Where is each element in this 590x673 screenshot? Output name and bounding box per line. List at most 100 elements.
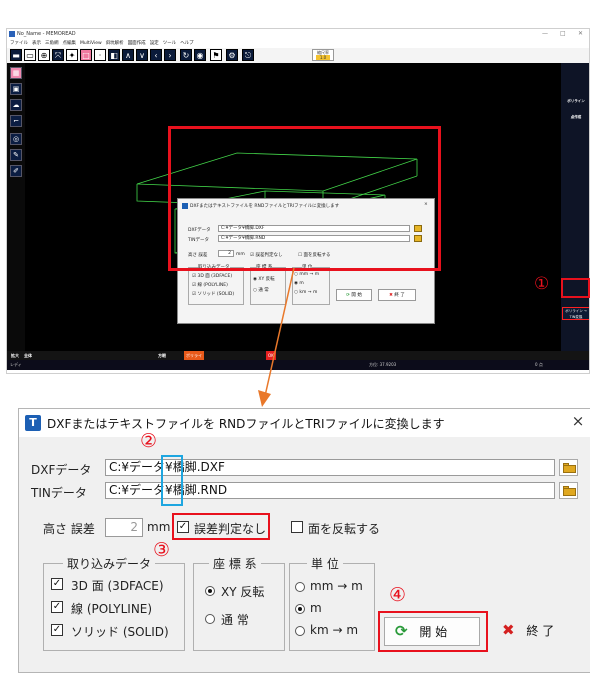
annotation-blue-highlight: [161, 455, 183, 506]
annotation-number-4: ④: [389, 584, 407, 606]
small-import-item[interactable]: ☑ 3D 面 (3DFACE): [192, 273, 232, 279]
target-icon[interactable]: ◉: [194, 49, 206, 61]
scale-box[interactable]: 縮尺率 1.0: [312, 49, 334, 61]
edit-icon[interactable]: ✐: [10, 165, 22, 177]
up-icon[interactable]: ∧: [122, 49, 134, 61]
flip-surface-label: 面を反転する: [308, 522, 381, 536]
import-3dface-checkbox[interactable]: ✓: [51, 578, 63, 590]
export-icon[interactable]: ⎋: [242, 49, 254, 61]
layer-icon[interactable]: ◧: [108, 49, 120, 61]
coord-normal-label: 通 常: [221, 613, 249, 627]
panel-item[interactable]: [562, 67, 589, 76]
maximize-button[interactable]: □: [560, 29, 566, 39]
import-polyline-label: 線 (POLYLINE): [71, 602, 153, 616]
annotation-number-3: ③: [153, 539, 171, 561]
small-unit-item[interactable]: ○ km → m: [294, 290, 317, 295]
menu-view[interactable]: 表示: [32, 39, 41, 48]
import-solid-label: ソリッド (SOLID): [71, 625, 169, 639]
unit-group-title: 単 位: [307, 555, 343, 572]
scale-value: 1.0: [316, 55, 330, 60]
dot-icon[interactable]: ·: [94, 49, 106, 61]
menu-tools[interactable]: ツール: [163, 39, 177, 48]
end-label: 終 了: [526, 624, 555, 638]
unit-m-radio[interactable]: [295, 604, 305, 614]
open-file-icon[interactable]: ▬: [10, 49, 22, 61]
coord-system-group: [193, 563, 285, 651]
app-icon: [9, 31, 15, 37]
close-icon[interactable]: ×: [569, 412, 587, 430]
close-button[interactable]: ✕: [578, 29, 583, 39]
menu-bar: ファイル 表示 三角網 点編集 MultiView 斜坑解析 図面作成 設定 ツ…: [7, 39, 589, 48]
annotation-number-2: ②: [140, 430, 158, 452]
bottom-polyline[interactable]: ポリライ: [184, 351, 204, 360]
folder-open-icon[interactable]: [559, 459, 578, 476]
small-import-item[interactable]: ☑ 線 (POLYLINE): [192, 282, 228, 288]
unit-km-label: km → m: [310, 623, 359, 637]
height-error-input[interactable]: 2: [105, 518, 143, 537]
save-icon[interactable]: ▭: [24, 49, 36, 61]
convert-dialog: T DXFまたはテキストファイルを RNDファイルとTRIファイルに変換します …: [18, 408, 590, 673]
menu-file[interactable]: ファイル: [10, 39, 28, 48]
status-coord: 方位: 37.9203: [369, 362, 397, 367]
end-button[interactable]: ✖ 終 了: [492, 617, 588, 646]
panel-item[interactable]: [562, 79, 589, 88]
cloud-icon[interactable]: ☁: [10, 99, 22, 111]
small-unit-item[interactable]: ○ mm → m: [294, 272, 319, 277]
right-icon[interactable]: ›: [164, 49, 176, 61]
flip-surface-checkbox[interactable]: [291, 521, 303, 533]
folder-open-icon[interactable]: [559, 482, 578, 499]
corner-icon[interactable]: ⌐: [10, 115, 22, 127]
rotate-icon[interactable]: ↻: [180, 49, 192, 61]
menu-triangle-net[interactable]: 三角網: [45, 39, 59, 48]
small-start-button[interactable]: ⟳ 開 始: [336, 289, 372, 301]
select-icon[interactable]: □: [80, 49, 92, 61]
down-icon[interactable]: ∨: [136, 49, 148, 61]
height-error-label: 高さ 誤差: [43, 522, 95, 536]
window-title: No_Name - MEMOREAD: [17, 31, 76, 37]
pen-icon[interactable]: ✎: [10, 149, 22, 161]
menu-settings[interactable]: 設定: [150, 39, 159, 48]
app-logo-icon: T: [25, 415, 41, 431]
flag-icon[interactable]: ⚑: [210, 49, 222, 61]
arrow-icon: [258, 268, 295, 407]
menu-slope-analysis[interactable]: 斜坑解析: [106, 39, 124, 48]
import-solid-checkbox[interactable]: ✓: [51, 624, 63, 636]
eye-icon[interactable]: ◎: [10, 133, 22, 145]
panel-item-polyline[interactable]: ポリライン: [562, 97, 589, 106]
zoom-icon[interactable]: ⊕: [38, 49, 50, 61]
annotation-dialog-highlight: [168, 126, 441, 271]
dialog-header: T DXFまたはテキストファイルを RNDファイルとTRIファイルに変換します …: [19, 409, 590, 437]
small-end-button[interactable]: ✖ 終 了: [378, 289, 416, 301]
unit-km-radio[interactable]: [295, 626, 305, 636]
coord-xy-flip-radio[interactable]: [205, 586, 215, 596]
grid-icon[interactable]: ▦: [10, 67, 22, 79]
fit-icon[interactable]: ⤧: [52, 49, 64, 61]
bottom-zoom[interactable]: 拡大: [9, 351, 21, 360]
bottom-grid[interactable]: 方眼: [156, 351, 168, 360]
unit-mm-radio[interactable]: [295, 582, 305, 592]
frame-icon[interactable]: ▣: [10, 83, 22, 95]
unit-m-label: m: [310, 601, 322, 615]
import-3dface-label: 3D 面 (3DFACE): [71, 579, 164, 593]
right-panel: ポリライン 点作成 ポリライン → TIN変換: [561, 63, 589, 351]
minimize-button[interactable]: —: [542, 29, 548, 39]
menu-multiview[interactable]: MultiView: [80, 39, 102, 48]
menu-drawing[interactable]: 図面作成: [128, 39, 146, 48]
status-bar: レディ 方位: 37.9203 0 点: [7, 360, 589, 370]
cancel-icon: ✖: [502, 621, 515, 639]
status-ready: レディ: [10, 362, 22, 367]
left-icon[interactable]: ‹: [150, 49, 162, 61]
dialog-title: DXFまたはテキストファイルを RNDファイルとTRIファイルに変換します: [47, 417, 445, 431]
small-import-item[interactable]: ☑ ソリッド (SOLID): [192, 291, 234, 297]
panel-item-point-create[interactable]: 点作成: [562, 113, 589, 122]
pin-icon[interactable]: ✦: [66, 49, 78, 61]
coord-group-title: 座 標 系: [209, 555, 261, 572]
settings-icon[interactable]: ⚙: [226, 49, 238, 61]
menu-help[interactable]: ヘルプ: [180, 39, 194, 48]
bottom-all[interactable]: 全体: [22, 351, 34, 360]
small-unit-item[interactable]: ◉ m: [294, 281, 304, 286]
menu-point-edit[interactable]: 点編集: [63, 39, 77, 48]
import-polyline-checkbox[interactable]: ✓: [51, 601, 63, 613]
polyline-tin-convert-button[interactable]: ポリライン → TIN変換: [562, 307, 589, 320]
coord-normal-radio[interactable]: [205, 614, 215, 624]
